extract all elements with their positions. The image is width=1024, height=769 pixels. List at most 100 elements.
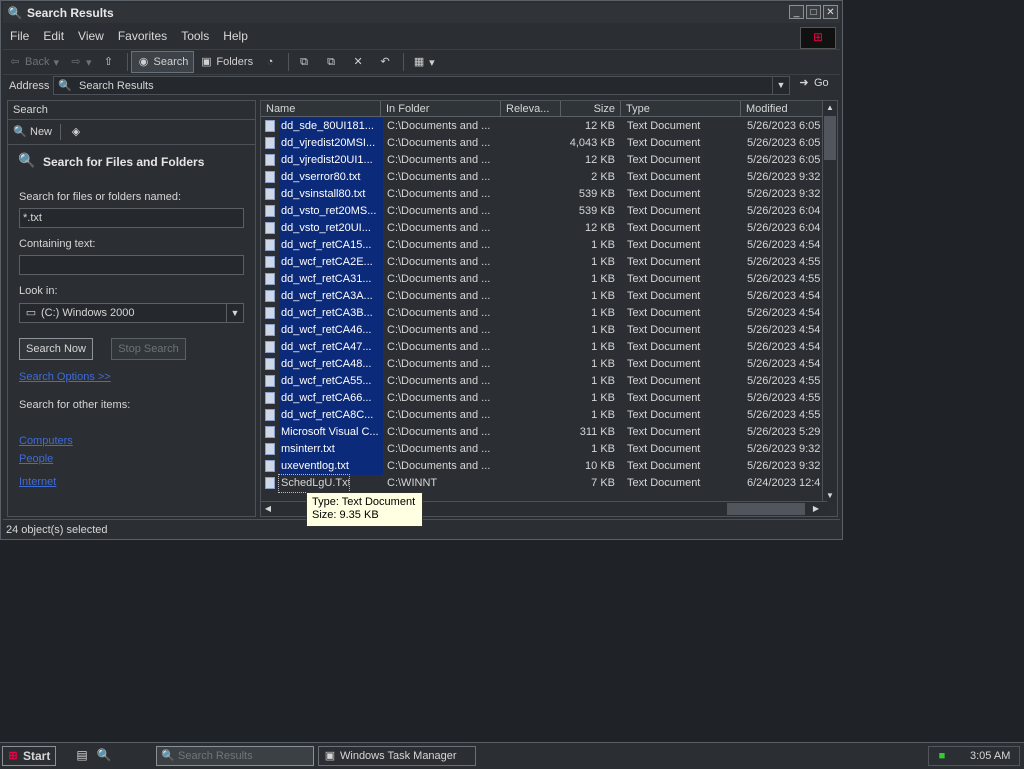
show-desktop-icon[interactable]: ▤	[74, 748, 90, 764]
file-name: msinterr.txt	[279, 441, 383, 458]
file-size: 4,043 KB	[569, 137, 615, 149]
file-row[interactable]: dd_wcf_retCA31... C:\Documents and ... 1 K…	[261, 271, 827, 288]
menu-favorites[interactable]: Favorites	[111, 29, 174, 43]
task-windows-task-manager[interactable]: ▣ Windows Task Manager	[318, 746, 476, 766]
task-search-results[interactable]: 🔍 Search Results	[156, 746, 314, 766]
menu-file[interactable]: File	[3, 29, 36, 43]
menu-view[interactable]: View	[71, 29, 111, 43]
new-search-button[interactable]: 🔍 New	[13, 125, 52, 139]
file-row[interactable]: dd_wcf_retCA3B... C:\Documents and ... 1 K…	[261, 305, 827, 322]
explorer-quicklaunch-icon[interactable]: 🔍	[96, 748, 112, 764]
file-size: 7 KB	[591, 477, 615, 489]
move-to-button[interactable]: ⧉	[292, 52, 319, 72]
file-modified: 5/26/2023 9:32	[747, 443, 821, 455]
file-row[interactable]: SchedLgU.Txt C:\WINNT 7 KB Text Document 6/2…	[261, 474, 827, 493]
column-name[interactable]: Name	[261, 101, 381, 117]
forward-button[interactable]: ⇨ ▾	[64, 52, 97, 72]
file-row[interactable]: dd_sde_80UI181... C:\Documents and ... 12 …	[261, 118, 827, 135]
computers-link[interactable]: Computers	[19, 435, 73, 447]
file-row[interactable]: msinterr.txt C:\Documents and ... 1 KB Text…	[261, 441, 827, 458]
scroll-up-arrow[interactable]: ▲	[823, 101, 837, 115]
file-size: 2 KB	[591, 171, 615, 183]
text-file-icon	[265, 222, 275, 234]
file-type: Text Document	[627, 443, 701, 455]
up-folder-button[interactable]: ⇧	[97, 52, 124, 72]
minimize-button[interactable]: _	[789, 5, 804, 19]
containing-text-input[interactable]	[19, 255, 244, 275]
file-name: dd_wcf_retCA3A...	[279, 288, 383, 305]
back-button[interactable]: ⇦ Back ▾	[3, 52, 64, 72]
vertical-scrollbar[interactable]: ▲ ▼	[822, 101, 837, 503]
file-row[interactable]: dd_vjredist20MSI... C:\Documents and ... 4…	[261, 135, 827, 152]
file-size: 12 KB	[585, 120, 615, 132]
maximize-button[interactable]: □	[806, 5, 821, 19]
file-row[interactable]: dd_wcf_retCA66... C:\Documents and ... 1 K…	[261, 390, 827, 407]
address-dropdown-arrow[interactable]: ▼	[772, 77, 789, 94]
search-assistant-icon[interactable]: ◈	[69, 125, 83, 139]
internet-link[interactable]: Internet	[19, 476, 56, 488]
views-button[interactable]: ▦ ▾	[407, 52, 440, 72]
vertical-scroll-thumb[interactable]	[824, 116, 836, 160]
search-options-link[interactable]: Search Options >>	[19, 371, 111, 383]
title-bar[interactable]: 🔍 Search Results _ □ ✕	[3, 3, 840, 23]
copy-to-button[interactable]: ⧉	[319, 52, 346, 72]
close-button[interactable]: ✕	[823, 5, 838, 19]
file-row[interactable]: dd_wcf_retCA46... C:\Documents and ... 1 K…	[261, 322, 827, 339]
file-row[interactable]: dd_wcf_retCA3A... C:\Documents and ... 1 K…	[261, 288, 827, 305]
file-name: dd_wcf_retCA31...	[279, 271, 383, 288]
undo-button[interactable]: ↶	[373, 52, 400, 72]
column-size[interactable]: Size	[561, 101, 621, 117]
search-pane-title: Search for Files and Folders	[43, 155, 205, 169]
scroll-right-arrow[interactable]: ▶	[809, 502, 823, 516]
column-modified[interactable]: Modified	[741, 101, 827, 117]
horizontal-scroll-thumb[interactable]	[727, 503, 805, 515]
file-modified: 5/26/2023 5:29	[747, 426, 821, 438]
file-row[interactable]: dd_wcf_retCA47... C:\Documents and ... 1 K…	[261, 339, 827, 356]
file-folder: C:\Documents and ...	[387, 137, 491, 149]
start-button[interactable]: ⊞ Start	[2, 746, 56, 766]
stop-search-button[interactable]: Stop Search	[111, 338, 186, 360]
menu-help[interactable]: Help	[216, 29, 255, 43]
look-in-select[interactable]: ▭ (C:) Windows 2000 ▼	[19, 303, 244, 323]
file-folder: C:\Documents and ...	[387, 409, 491, 421]
task-manager-tray-icon[interactable]: ■	[935, 749, 949, 763]
look-in-dropdown-arrow[interactable]: ▼	[226, 304, 243, 322]
address-input[interactable]: 🔍 Search Results ▼	[53, 76, 790, 95]
file-row[interactable]: dd_vsto_ret20UI... C:\Documents and ... 12…	[261, 220, 827, 237]
people-link[interactable]: People	[19, 453, 53, 465]
search-button[interactable]: ◉ Search	[130, 51, 195, 73]
explorer-window: 🔍 Search Results _ □ ✕ File Edit View Fa…	[0, 0, 843, 540]
column-in-folder[interactable]: In Folder	[381, 101, 501, 117]
folders-button[interactable]: ▣ Folders	[194, 52, 258, 72]
file-row[interactable]: dd_wcf_retCA2E... C:\Documents and ... 1 K…	[261, 254, 827, 271]
named-input[interactable]: *.txt	[19, 208, 244, 228]
column-relevance[interactable]: Releva...	[501, 101, 561, 117]
menu-tools[interactable]: Tools	[174, 29, 216, 43]
file-row[interactable]: dd_wcf_retCA48... C:\Documents and ... 1 K…	[261, 356, 827, 373]
delete-button[interactable]: ✕	[346, 52, 373, 72]
file-row[interactable]: dd_vjredist20UI1... C:\Documents and ... 1…	[261, 152, 827, 169]
file-name: dd_wcf_retCA66...	[279, 390, 383, 407]
file-name: uxeventlog.txt	[279, 458, 383, 475]
text-file-icon	[265, 460, 275, 472]
go-button[interactable]: ➜ Go	[797, 76, 828, 90]
file-row[interactable]: dd_vsinstall80.txt C:\Documents and ... 53…	[261, 186, 827, 203]
search-now-button[interactable]: Search Now	[19, 338, 93, 360]
file-row[interactable]: Microsoft Visual C... C:\Documents and ..…	[261, 424, 827, 441]
file-row[interactable]: dd_vsto_ret20MS... C:\Documents and ... 53…	[261, 203, 827, 220]
file-type: Text Document	[627, 409, 701, 421]
tooltip-type: Type: Text Document	[312, 496, 416, 508]
file-row[interactable]: dd_wcf_retCA15... C:\Documents and ... 1 K…	[261, 237, 827, 254]
text-file-icon	[265, 375, 275, 387]
file-row[interactable]: dd_wcf_retCA8C... C:\Documents and ... 1 K…	[261, 407, 827, 424]
address-label: Address	[9, 80, 50, 92]
file-size: 12 KB	[585, 154, 615, 166]
file-row[interactable]: uxeventlog.txt C:\Documents and ... 10 KB T…	[261, 458, 827, 475]
menu-edit[interactable]: Edit	[36, 29, 71, 43]
history-button[interactable]: ◔	[258, 52, 285, 72]
file-row[interactable]: dd_vserror80.txt C:\Documents and ... 2 KB…	[261, 169, 827, 186]
column-type[interactable]: Type	[621, 101, 741, 117]
scroll-left-arrow[interactable]: ◀	[261, 502, 275, 516]
file-row[interactable]: dd_wcf_retCA55... C:\Documents and ... 1 K…	[261, 373, 827, 390]
file-modified: 5/26/2023 6:04	[747, 205, 821, 217]
